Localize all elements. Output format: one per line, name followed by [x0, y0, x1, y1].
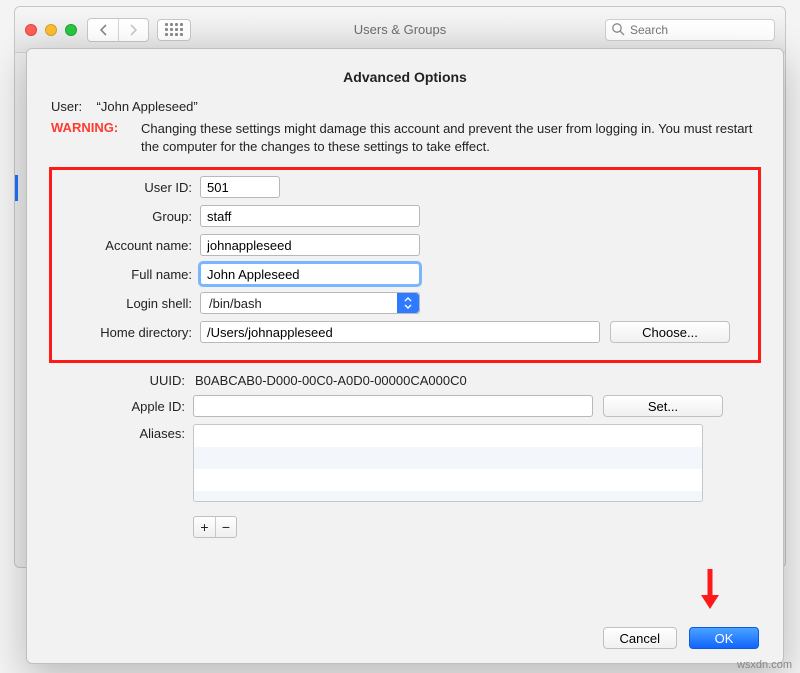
user-id-label: User ID:: [58, 180, 200, 195]
apple-id-label: Apple ID:: [51, 399, 193, 414]
search-input[interactable]: [605, 19, 775, 41]
remove-alias-button[interactable]: −: [215, 517, 236, 537]
select-caret-icon: [397, 293, 419, 313]
home-dir-label: Home directory:: [58, 325, 200, 340]
full-name-input[interactable]: [200, 263, 420, 285]
home-dir-input[interactable]: [200, 321, 600, 343]
group-input[interactable]: [200, 205, 420, 227]
login-shell-select[interactable]: /bin/bash: [200, 292, 420, 314]
sheet-title: Advanced Options: [51, 69, 759, 85]
grid-icon: [165, 23, 183, 36]
traffic-lights: [25, 24, 77, 36]
watermark: wsxdn.com: [737, 659, 792, 671]
highlight-box: User ID: Group: Account name: Full name:…: [49, 167, 761, 363]
account-name-input[interactable]: [200, 234, 420, 256]
uuid-label: UUID:: [51, 373, 193, 388]
aliases-add-remove: + −: [193, 516, 237, 538]
ok-button[interactable]: OK: [689, 627, 759, 649]
add-alias-button[interactable]: +: [194, 517, 215, 537]
warning-label: WARNING:: [51, 120, 141, 155]
back-button[interactable]: [88, 19, 118, 41]
apple-id-input[interactable]: [193, 395, 593, 417]
warning-row: WARNING: Changing these settings might d…: [51, 120, 759, 155]
choose-button[interactable]: Choose...: [610, 321, 730, 343]
nav-back-forward: [87, 18, 149, 42]
zoom-icon[interactable]: [65, 24, 77, 36]
minus-icon: −: [222, 519, 230, 535]
minimize-icon[interactable]: [45, 24, 57, 36]
full-name-label: Full name:: [58, 267, 200, 282]
sheet-footer: Cancel OK: [603, 627, 759, 649]
user-value: “John Appleseed”: [97, 99, 198, 114]
user-id-input[interactable]: [200, 176, 280, 198]
plus-icon: +: [200, 519, 208, 535]
user-line: User: “John Appleseed”: [51, 99, 759, 114]
titlebar: Users & Groups: [15, 7, 785, 53]
forward-button[interactable]: [118, 19, 148, 41]
sidebar-selection-indicator: [15, 175, 18, 201]
aliases-listbox[interactable]: [193, 424, 703, 502]
group-label: Group:: [58, 209, 200, 224]
login-shell-label: Login shell:: [58, 296, 200, 311]
uuid-value: B0ABCAB0-D000-00C0-A0D0-00000CA000C0: [193, 373, 467, 388]
set-button[interactable]: Set...: [603, 395, 723, 417]
annotation-arrow-icon: [697, 567, 723, 611]
login-shell-value: /bin/bash: [209, 296, 262, 311]
search-icon: [611, 22, 625, 36]
account-name-label: Account name:: [58, 238, 200, 253]
close-icon[interactable]: [25, 24, 37, 36]
search-field-wrap: [605, 19, 775, 41]
cancel-button[interactable]: Cancel: [603, 627, 677, 649]
chevron-right-icon: [129, 24, 138, 36]
warning-text: Changing these settings might damage thi…: [141, 120, 759, 155]
apps-grid-button[interactable]: [157, 19, 191, 41]
aliases-label: Aliases:: [51, 424, 193, 441]
chevron-left-icon: [99, 24, 108, 36]
advanced-options-sheet: Advanced Options User: “John Appleseed” …: [26, 48, 784, 664]
user-label: User:: [51, 99, 82, 114]
